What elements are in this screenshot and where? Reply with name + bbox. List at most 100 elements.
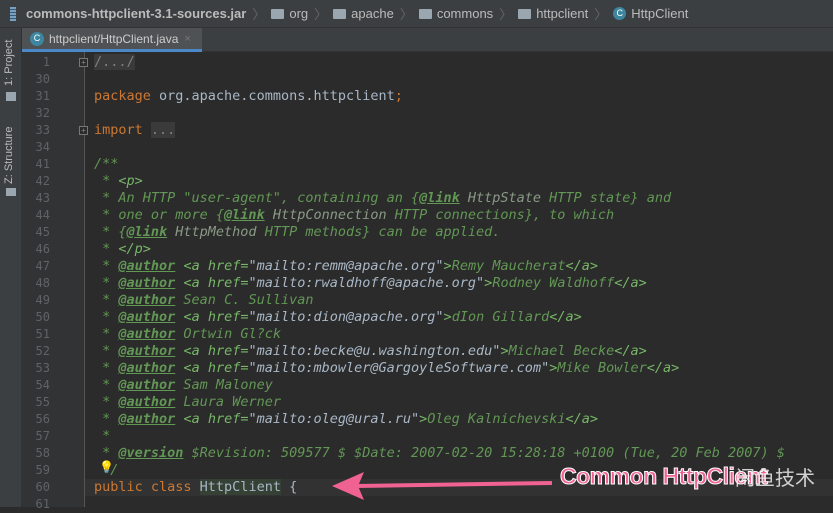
line-number: 30	[35, 72, 50, 86]
code-token: "mailto:becke@u.washington.edu"	[248, 343, 501, 359]
code-line: * @author Ortwin Gl?ck	[94, 326, 281, 343]
code-token: </a>	[549, 309, 582, 325]
code-token: </a>	[614, 275, 647, 291]
structure-icon	[6, 188, 16, 196]
code-token: @link	[419, 190, 460, 206]
code-token: "mailto:remm@apache.org"	[248, 258, 444, 274]
breadcrumb: commons-httpclient-3.1-sources.jar 〉 org 〉 a…	[0, 0, 833, 28]
fold-toggle-icon[interactable]: +	[79, 58, 88, 67]
structure-tool-button[interactable]: Z: Structure	[3, 127, 15, 184]
code-token: @author	[118, 411, 176, 427]
watermark: 闲鱼技术	[735, 468, 815, 490]
code-token: "mailto:oleg@ural.ru"	[248, 411, 420, 427]
jar-icon	[10, 6, 16, 21]
project-icon	[6, 92, 16, 101]
line-number: 32	[35, 106, 50, 120]
code-line: * @author <a href="mailto:mbowler@Gargoy…	[94, 360, 679, 377]
project-tool-button[interactable]: 1: Project	[3, 40, 15, 86]
class-icon: C	[30, 31, 44, 46]
line-number: 56	[35, 412, 50, 426]
separator-icon: 〉	[399, 7, 413, 22]
code-editor[interactable]: /.../ + package org.apache.commons.httpcli…	[79, 52, 833, 507]
line-number: 31	[35, 89, 50, 103]
code-token: ;	[394, 88, 403, 104]
line-number: 34	[35, 140, 50, 154]
line-number: 44	[35, 208, 50, 222]
code-token: *	[94, 360, 119, 376]
code-token: HttpMethod	[167, 224, 257, 240]
line-number-gutter: 1 30 31 32 33 34 41 42 43 44 45 46 47 48 49 50 51 52 53 54 5…	[22, 52, 84, 511]
breadcrumb-item[interactable]: 〉 apache	[308, 4, 394, 23]
line-number: 43	[35, 191, 50, 205]
breadcrumb-label: httpclient	[536, 6, 589, 21]
code-token: * one or more {	[94, 207, 225, 223]
separator-icon: 〉	[594, 7, 608, 22]
code-token: @version	[118, 445, 184, 461]
breadcrumb-item[interactable]: 〉 C HttpClient	[588, 4, 688, 23]
breadcrumb-item[interactable]: 〉 commons	[394, 4, 493, 23]
breadcrumb-label: HttpClient	[631, 6, 689, 21]
code-token: @author	[118, 360, 176, 376]
code-token: HttpConnection	[264, 207, 387, 223]
code-token: *	[94, 394, 119, 410]
breadcrumb-label: apache	[351, 6, 394, 21]
tool-window-strip: 1: Project Z: Structure	[0, 28, 22, 507]
code-token: * {	[94, 224, 127, 240]
code-token: $Revision: 509577 $ $Date: 2007-02-20 15…	[183, 445, 785, 461]
line-number: 55	[35, 395, 50, 409]
line-number: 57	[35, 429, 50, 443]
fold-toggle-icon[interactable]: +	[79, 126, 88, 135]
code-token: dIon Gillard	[451, 309, 550, 325]
code-line: * @author <a href="mailto:remm@apache.or…	[94, 258, 598, 275]
code-line: * {@link HttpMethod HTTP methods} can be…	[94, 224, 500, 241]
code-token: Sam Maloney	[175, 377, 273, 393]
line-number: 60	[35, 480, 50, 494]
line-number: 47	[35, 259, 50, 273]
code-token: @author	[118, 343, 176, 359]
code-token: Laura Werner	[175, 394, 281, 410]
line-number: 54	[35, 378, 50, 392]
code-token: <a href=	[183, 343, 249, 359]
tab-httpclient-java[interactable]: C httpclient/HttpClient.java ×	[22, 28, 202, 52]
line-number: 42	[35, 174, 50, 188]
code-line: * @author <a href="mailto:dion@apache.or…	[94, 309, 582, 326]
code-token: org.apache.commons.httpclient	[159, 88, 395, 104]
code-token: /**	[94, 156, 119, 172]
separator-icon: 〉	[314, 7, 328, 22]
breadcrumb-label: commons	[436, 6, 494, 21]
line-number: 59	[35, 463, 50, 477]
line-number: 41	[35, 157, 50, 171]
separator-icon: 〉	[499, 7, 513, 22]
code-token: *	[94, 173, 119, 189]
code-token: @author	[118, 275, 176, 291]
breadcrumb-item[interactable]: 〉 httpclient	[493, 4, 588, 23]
code-token: "mailto:mbowler@GargoyleSoftware.com"	[248, 360, 550, 376]
code-line: * @author Sam Maloney	[94, 377, 273, 394]
line-number: 61	[35, 497, 50, 511]
code-token: @author	[118, 292, 176, 308]
code-token: package	[94, 88, 160, 104]
close-icon[interactable]: ×	[184, 33, 190, 45]
code-token: HttpClient	[199, 479, 281, 495]
code-token: HTTP state} and	[541, 190, 672, 206]
code-token: Oleg Kalnichevski	[427, 411, 566, 427]
code-token: {	[280, 479, 298, 495]
code-line: * </p>	[94, 241, 151, 258]
code-line: * @version $Revision: 509577 $ $Date: 20…	[94, 445, 785, 462]
lightbulb-icon[interactable]: 💡	[99, 460, 114, 474]
breadcrumb-label: org	[289, 6, 309, 21]
breadcrumb-item[interactable]: 〉 org	[246, 4, 308, 23]
line-number: 49	[35, 293, 50, 307]
code-line: * An HTTP "user-agent", containing an {@…	[94, 190, 671, 207]
code-token: @author	[118, 394, 176, 410]
tab-label: httpclient/HttpClient.java	[49, 31, 179, 46]
code-token: </a>	[565, 411, 598, 427]
code-token: HTTP methods} can be applied.	[256, 224, 501, 240]
line-number: 1	[42, 55, 50, 69]
code-token: ...	[150, 122, 176, 138]
folder-icon	[518, 8, 532, 19]
code-token: >	[500, 343, 509, 359]
code-line: * @author Laura Werner	[94, 394, 281, 411]
breadcrumb-item[interactable]: commons-httpclient-3.1-sources.jar	[10, 6, 246, 21]
code-token: Michael Becke	[508, 343, 615, 359]
